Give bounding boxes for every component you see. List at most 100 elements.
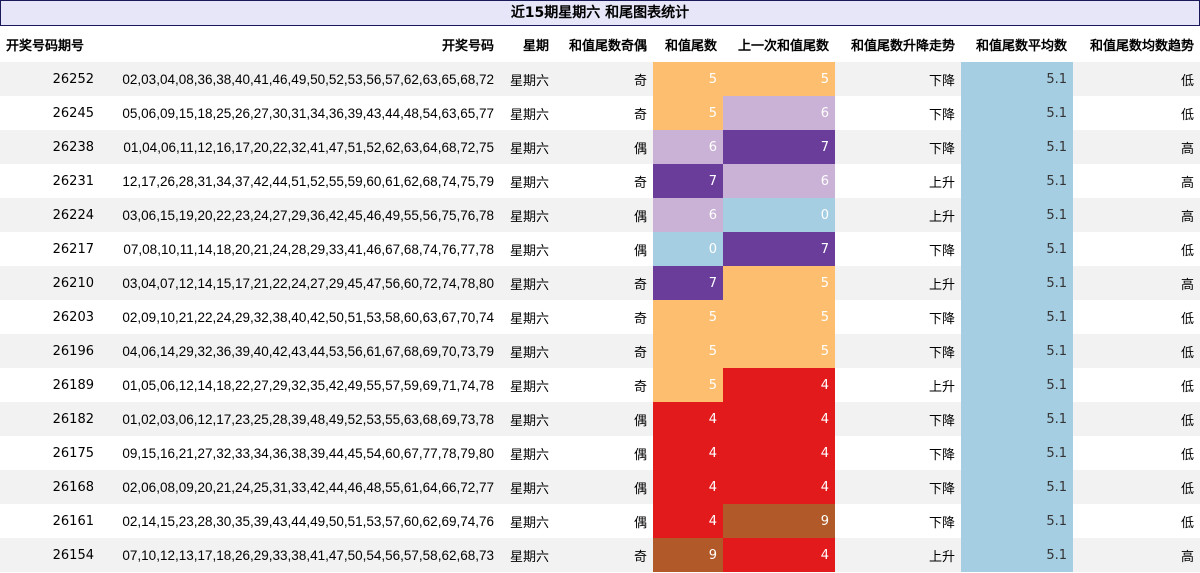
cell-prev-tail: 0 — [723, 198, 835, 232]
cell-numbers: 02,09,10,21,22,24,29,32,38,40,42,50,51,5… — [100, 300, 500, 334]
cell-prev-tail: 4 — [723, 402, 835, 436]
cell-prev-tail: 7 — [723, 232, 835, 266]
cell-numbers: 01,02,03,06,12,17,23,25,28,39,48,49,52,5… — [100, 402, 500, 436]
table-row: 26154 07,10,12,13,17,18,26,29,33,38,41,47… — [0, 538, 1200, 572]
cell-period: 26203 — [0, 300, 100, 334]
header-numbers: 开奖号码 — [100, 26, 500, 62]
cell-average-trend: 高 — [1073, 266, 1200, 300]
cell-parity: 偶 — [555, 470, 653, 504]
cell-parity: 偶 — [555, 402, 653, 436]
cell-tail: 9 — [653, 538, 723, 572]
stats-table: 开奖号码期号 开奖号码 星期 和值尾数奇偶 和值尾数 上一次和值尾数 和值尾数升… — [0, 26, 1200, 572]
cell-prev-tail: 7 — [723, 130, 835, 164]
cell-average-trend: 高 — [1073, 130, 1200, 164]
cell-period: 26175 — [0, 436, 100, 470]
header-period: 开奖号码期号 — [0, 26, 100, 62]
header-tail: 和值尾数 — [653, 26, 723, 62]
cell-parity: 偶 — [555, 504, 653, 538]
cell-tail: 6 — [653, 198, 723, 232]
header-row: 开奖号码期号 开奖号码 星期 和值尾数奇偶 和值尾数 上一次和值尾数 和值尾数升… — [0, 26, 1200, 62]
cell-parity: 偶 — [555, 130, 653, 164]
cell-trend: 上升 — [835, 266, 961, 300]
cell-prev-tail: 5 — [723, 334, 835, 368]
cell-tail: 5 — [653, 96, 723, 130]
cell-average-trend: 低 — [1073, 232, 1200, 266]
cell-parity: 奇 — [555, 96, 653, 130]
cell-tail: 5 — [653, 334, 723, 368]
cell-weekday: 星期六 — [500, 504, 555, 538]
cell-parity: 奇 — [555, 300, 653, 334]
cell-tail: 5 — [653, 300, 723, 334]
header-average: 和值尾数平均数 — [961, 26, 1073, 62]
cell-prev-tail: 5 — [723, 300, 835, 334]
table-row: 26217 07,08,10,11,14,18,20,21,24,28,29,33… — [0, 232, 1200, 266]
cell-tail: 7 — [653, 266, 723, 300]
cell-tail: 5 — [653, 62, 723, 96]
cell-weekday: 星期六 — [500, 130, 555, 164]
cell-trend: 下降 — [835, 436, 961, 470]
cell-trend: 上升 — [835, 198, 961, 232]
header-average-trend: 和值尾数均数趋势 — [1073, 26, 1200, 62]
cell-period: 26238 — [0, 130, 100, 164]
cell-parity: 偶 — [555, 436, 653, 470]
cell-prev-tail: 6 — [723, 96, 835, 130]
cell-average: 5.1 — [961, 266, 1073, 300]
cell-average-trend: 低 — [1073, 96, 1200, 130]
cell-parity: 偶 — [555, 232, 653, 266]
cell-parity: 奇 — [555, 334, 653, 368]
cell-period: 26196 — [0, 334, 100, 368]
cell-trend: 下降 — [835, 402, 961, 436]
table-row: 26224 03,06,15,19,20,22,23,24,27,29,36,42… — [0, 198, 1200, 232]
cell-average-trend: 低 — [1073, 436, 1200, 470]
cell-tail: 5 — [653, 368, 723, 402]
cell-parity: 奇 — [555, 538, 653, 572]
cell-trend: 下降 — [835, 504, 961, 538]
table-row: 26161 02,14,15,23,28,30,35,39,43,44,49,50… — [0, 504, 1200, 538]
cell-average-trend: 低 — [1073, 402, 1200, 436]
cell-average: 5.1 — [961, 402, 1073, 436]
table-row: 26210 03,04,07,12,14,15,17,21,22,24,27,29… — [0, 266, 1200, 300]
cell-numbers: 07,10,12,13,17,18,26,29,33,38,41,47,50,5… — [100, 538, 500, 572]
header-weekday: 星期 — [500, 26, 555, 62]
cell-prev-tail: 6 — [723, 164, 835, 198]
header-parity: 和值尾数奇偶 — [555, 26, 653, 62]
cell-average-trend: 低 — [1073, 470, 1200, 504]
cell-trend: 下降 — [835, 300, 961, 334]
cell-parity: 奇 — [555, 164, 653, 198]
cell-period: 26168 — [0, 470, 100, 504]
cell-tail: 7 — [653, 164, 723, 198]
header-prev-tail: 上一次和值尾数 — [723, 26, 835, 62]
table-row: 26189 01,05,06,12,14,18,22,27,29,32,35,42… — [0, 368, 1200, 402]
cell-trend: 下降 — [835, 232, 961, 266]
cell-average: 5.1 — [961, 368, 1073, 402]
cell-average: 5.1 — [961, 96, 1073, 130]
table-row: 26196 04,06,14,29,32,36,39,40,42,43,44,53… — [0, 334, 1200, 368]
cell-prev-tail: 4 — [723, 436, 835, 470]
cell-numbers: 07,08,10,11,14,18,20,21,24,28,29,33,41,4… — [100, 232, 500, 266]
cell-trend: 下降 — [835, 130, 961, 164]
cell-period: 26245 — [0, 96, 100, 130]
cell-weekday: 星期六 — [500, 62, 555, 96]
cell-weekday: 星期六 — [500, 334, 555, 368]
cell-numbers: 02,03,04,08,36,38,40,41,46,49,50,52,53,5… — [100, 62, 500, 96]
cell-weekday: 星期六 — [500, 198, 555, 232]
cell-tail: 4 — [653, 402, 723, 436]
cell-numbers: 02,14,15,23,28,30,35,39,43,44,49,50,51,5… — [100, 504, 500, 538]
cell-prev-tail: 4 — [723, 538, 835, 572]
cell-period: 26252 — [0, 62, 100, 96]
table-title: 近15期星期六 和尾图表统计 — [0, 0, 1200, 26]
cell-average-trend: 低 — [1073, 368, 1200, 402]
cell-numbers: 09,15,16,21,27,32,33,34,36,38,39,44,45,5… — [100, 436, 500, 470]
cell-period: 26231 — [0, 164, 100, 198]
cell-average: 5.1 — [961, 538, 1073, 572]
cell-trend: 下降 — [835, 96, 961, 130]
cell-parity: 奇 — [555, 368, 653, 402]
cell-parity: 奇 — [555, 266, 653, 300]
cell-weekday: 星期六 — [500, 232, 555, 266]
cell-prev-tail: 5 — [723, 62, 835, 96]
cell-average-trend: 低 — [1073, 300, 1200, 334]
cell-tail: 6 — [653, 130, 723, 164]
cell-period: 26217 — [0, 232, 100, 266]
cell-average-trend: 高 — [1073, 198, 1200, 232]
cell-tail: 4 — [653, 436, 723, 470]
